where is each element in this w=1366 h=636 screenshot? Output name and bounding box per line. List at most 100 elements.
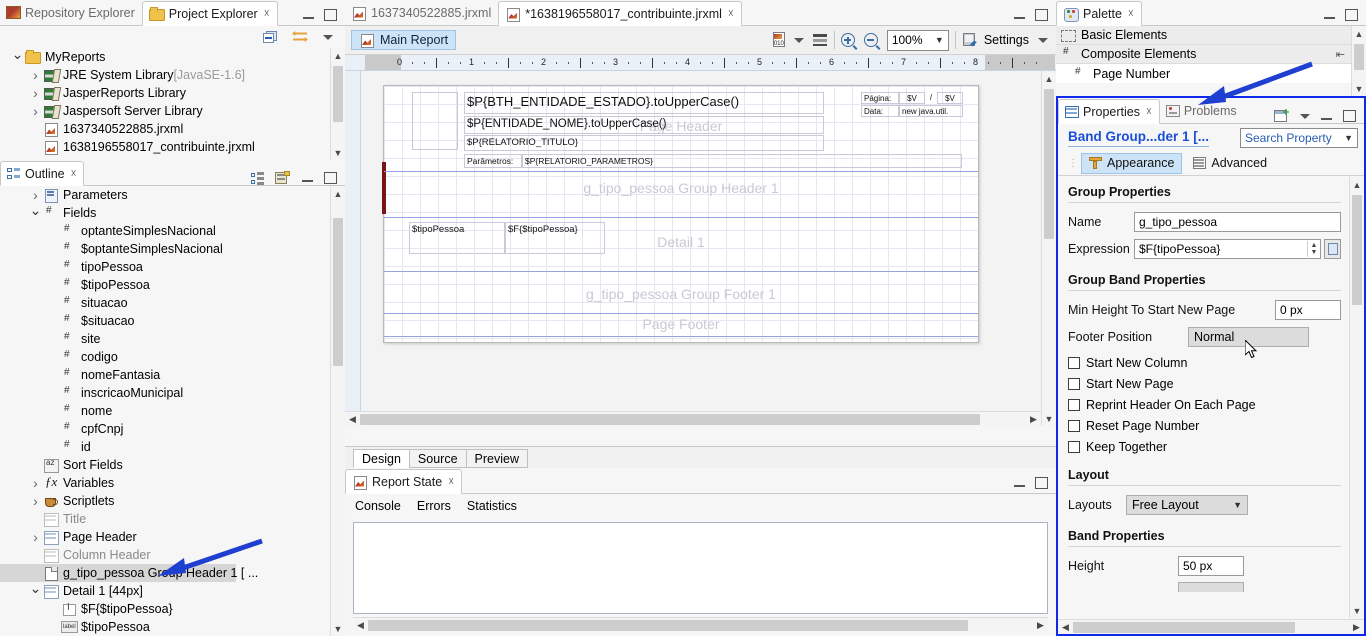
zoom-in-icon[interactable] xyxy=(840,33,855,47)
checkbox-box[interactable] xyxy=(1068,378,1080,390)
chevron-down-icon[interactable] xyxy=(28,205,43,222)
scroll-down-icon[interactable]: ▼ xyxy=(1352,81,1366,96)
checkbox-box[interactable] xyxy=(1068,420,1080,432)
tab-project-explorer[interactable]: Project Explorer ☓ xyxy=(141,1,278,26)
outline-tree-item[interactable]: Fields xyxy=(0,204,330,222)
band-divider[interactable] xyxy=(384,313,978,314)
scrollbar-thumb[interactable] xyxy=(1354,44,1364,70)
tab-problems[interactable]: Problems xyxy=(1160,98,1244,123)
editor-tab-1638196558017-contribuinte[interactable]: *1638196558017_contribuinte.jrxml ☓ xyxy=(498,1,742,26)
chevron-right-icon[interactable] xyxy=(28,493,43,509)
tab-palette[interactable]: Palette ☓ xyxy=(1056,1,1142,26)
report-structure-icon[interactable] xyxy=(275,171,291,185)
scrollbar-track[interactable] xyxy=(1073,621,1349,633)
scroll-down-icon[interactable]: ▼ xyxy=(331,621,345,636)
band-divider[interactable] xyxy=(384,336,978,337)
checkbox-box[interactable] xyxy=(1068,441,1080,453)
outline-tree[interactable]: Parameters Fields optanteSimplesNacional $o… xyxy=(0,186,330,636)
tree-item-myreports[interactable]: MyReports xyxy=(0,48,330,66)
scrollbar-thumb[interactable] xyxy=(1073,621,1295,633)
chevron-right-icon[interactable] xyxy=(28,103,43,119)
field-combo-footer-position[interactable]: Normal xyxy=(1188,327,1309,347)
checkbox-box[interactable] xyxy=(1068,357,1080,369)
element-relatorio-parametros[interactable]: $P{RELATORIO_PARAMETROS} xyxy=(522,154,962,168)
outline-scrollbar[interactable]: ▲ ▼ xyxy=(330,186,345,636)
subtab-console[interactable]: Console xyxy=(355,499,401,513)
new-view-icon[interactable] xyxy=(1274,109,1290,123)
element-data-label[interactable]: Data: xyxy=(861,105,899,117)
close-icon[interactable]: ☓ xyxy=(264,7,270,20)
checkbox-box[interactable] xyxy=(1068,399,1080,411)
scroll-right-icon[interactable]: ▶ xyxy=(1026,414,1041,425)
subtab-statistics[interactable]: Statistics xyxy=(467,499,517,513)
tab-repository-explorer[interactable]: Repository Explorer xyxy=(0,0,142,25)
field-input-name[interactable]: g_tipo_pessoa xyxy=(1134,212,1341,232)
outline-tree-item[interactable]: $F{$tipoPessoa} xyxy=(0,600,330,618)
scrollbar-track[interactable] xyxy=(360,413,1026,425)
outline-tree-item[interactable]: site xyxy=(0,330,330,348)
tab-preview[interactable]: Preview xyxy=(465,449,528,468)
band-divider[interactable] xyxy=(384,217,978,218)
tree-item-jrxml-1637340522885[interactable]: 1637340522885.jrxml xyxy=(0,120,330,138)
minimize-icon[interactable] xyxy=(1323,10,1336,21)
maximize-icon[interactable] xyxy=(1035,9,1048,21)
band-divider[interactable] xyxy=(384,271,978,272)
element-data-value[interactable]: new java.util. xyxy=(899,105,963,117)
subtab-appearance[interactable]: Appearance xyxy=(1081,152,1183,174)
tree-item-jasperreports-library[interactable]: JasperReports Library xyxy=(0,84,330,102)
outline-tree-item[interactable]: Detail 1 [44px] xyxy=(0,582,330,600)
project-explorer-tree[interactable]: MyReports JRE System Library [JavaSE-1.6… xyxy=(0,48,330,160)
minimize-icon[interactable] xyxy=(1013,478,1026,489)
maximize-icon[interactable] xyxy=(324,9,337,21)
minimize-icon[interactable] xyxy=(301,173,314,184)
checkbox-start-new-column[interactable]: Start New Column xyxy=(1068,356,1341,370)
element-pagina-label[interactable]: Página: xyxy=(861,92,899,104)
tree-layout-icon[interactable] xyxy=(251,171,265,185)
element-pagina-value-1[interactable]: $V xyxy=(899,92,925,104)
close-icon[interactable]: ☓ xyxy=(1128,7,1134,20)
chevron-down-icon[interactable] xyxy=(28,583,43,600)
element-detail-label[interactable]: $tipoPessoa xyxy=(409,222,505,254)
search-property-combo[interactable]: Search Property ▼ xyxy=(1240,127,1358,148)
minimize-icon[interactable] xyxy=(302,10,315,21)
palette-list[interactable]: Basic Elements Composite Elements ⇤ Page… xyxy=(1056,26,1351,96)
expression-stepper[interactable]: ▲ ▼ xyxy=(1307,241,1320,257)
maximize-icon[interactable] xyxy=(1035,477,1048,489)
checkbox-keep-together[interactable]: Keep Together xyxy=(1068,440,1341,454)
element-pagina-value-2[interactable]: $V xyxy=(937,92,963,104)
view-menu-icon[interactable] xyxy=(1300,113,1310,119)
scrollbar-thumb[interactable] xyxy=(368,619,968,631)
console-horizontal-scrollbar[interactable]: ◀ ▶ xyxy=(353,617,1048,632)
tab-outline[interactable]: Outline ☓ xyxy=(0,161,85,186)
settings-label[interactable]: Settings xyxy=(984,33,1029,47)
subtab-advanced[interactable]: Advanced xyxy=(1186,153,1274,174)
console-output[interactable] xyxy=(353,522,1048,614)
scroll-up-icon[interactable]: ▲ xyxy=(331,48,345,63)
field-combo-layouts[interactable]: Free Layout ▼ xyxy=(1126,495,1248,515)
list-icon[interactable] xyxy=(812,33,828,47)
scroll-left-icon[interactable]: ◀ xyxy=(345,414,360,425)
tab-design[interactable]: Design xyxy=(353,449,410,468)
field-input-expression[interactable]: $F{tipoPessoa} ▲ ▼ xyxy=(1134,239,1321,259)
canvas-vertical-scrollbar[interactable]: ▲ ▼ xyxy=(1041,71,1056,426)
minimize-icon[interactable] xyxy=(1013,10,1026,21)
band-resize-marker[interactable] xyxy=(382,162,386,214)
view-menu-icon[interactable] xyxy=(323,34,333,40)
checkbox-reprint-header-on-each-page[interactable]: Reprint Header On Each Page xyxy=(1068,398,1341,412)
outline-tree-item[interactable]: $tipoPessoa xyxy=(0,276,330,294)
settings-icon[interactable] xyxy=(962,32,978,48)
element-entidade-nome[interactable]: $P{ENTIDADE_NOME}.toUpperCase() xyxy=(464,116,824,134)
close-icon[interactable]: ☓ xyxy=(71,167,77,180)
zoom-level-select[interactable]: 100% ▼ xyxy=(886,29,949,51)
scroll-up-icon[interactable]: ▲ xyxy=(1042,71,1056,86)
outline-tree-item[interactable]: Sort Fields xyxy=(0,456,330,474)
chevron-right-icon[interactable] xyxy=(28,475,43,491)
outline-tree-item[interactable]: nomeFantasia xyxy=(0,366,330,384)
checkbox-start-new-page[interactable]: Start New Page xyxy=(1068,377,1341,391)
outline-tree-item[interactable]: Scriptlets xyxy=(0,492,330,510)
chevron-right-icon[interactable] xyxy=(28,67,43,83)
outline-tree-item[interactable]: Parameters xyxy=(0,186,330,204)
maximize-icon[interactable] xyxy=(1345,9,1358,21)
palette-item-page-number[interactable]: Page Number xyxy=(1056,64,1351,83)
scroll-up-icon[interactable]: ▲ xyxy=(331,186,345,201)
